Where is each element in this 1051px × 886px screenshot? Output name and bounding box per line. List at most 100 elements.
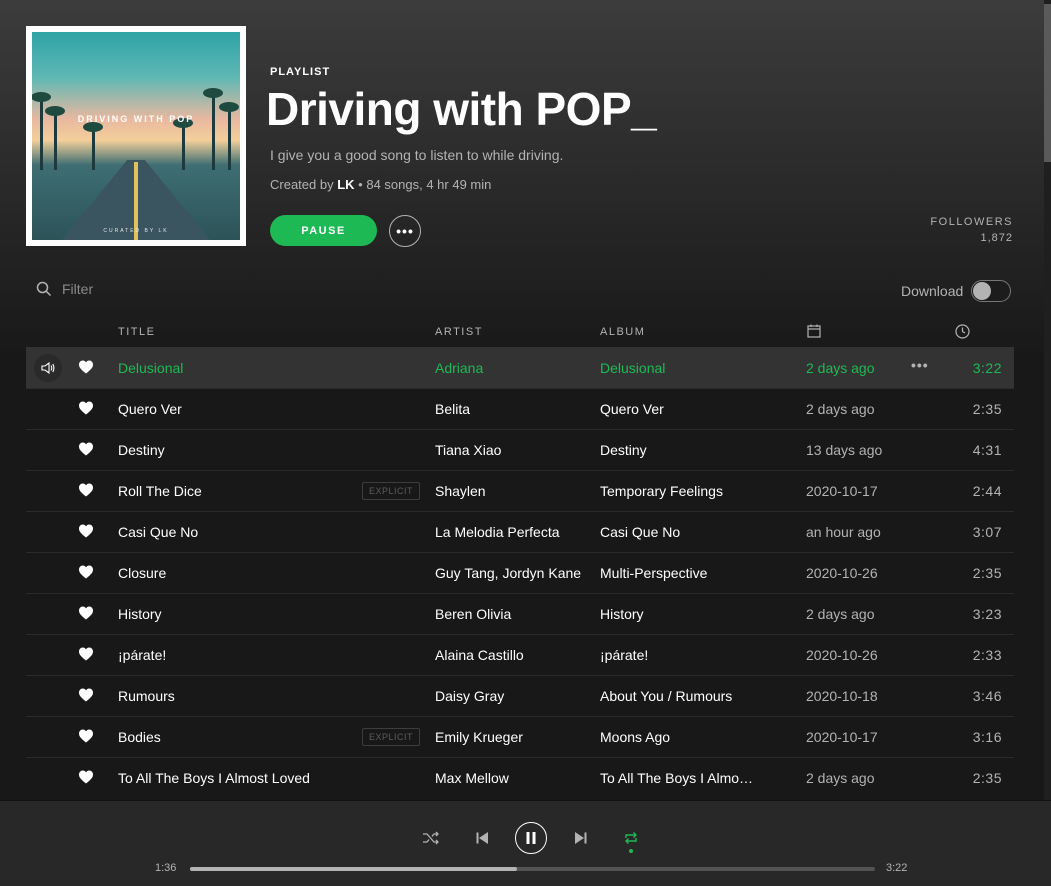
track-album[interactable]: Moons Ago — [600, 729, 760, 745]
tracklist-header: TITLE ARTIST ALBUM — [26, 320, 1014, 346]
pause-button[interactable]: PAUSE — [270, 215, 377, 246]
track-album[interactable]: Casi Que No — [600, 524, 760, 540]
cover-title-text: DRIVING WITH POP — [77, 114, 195, 124]
heart-icon[interactable] — [78, 441, 94, 457]
filter-input[interactable] — [62, 281, 262, 297]
track-row[interactable]: To All The Boys I Almost Loved Max Mellow… — [26, 757, 1014, 798]
track-artist[interactable]: Beren Olivia — [435, 606, 595, 622]
track-row[interactable]: Roll The Dice EXPLICIT Shaylen Temporary Fe… — [26, 470, 1014, 511]
scrollbar[interactable] — [1044, 0, 1051, 800]
heart-icon[interactable] — [78, 646, 94, 662]
filter-box[interactable] — [36, 281, 262, 297]
track-title[interactable]: ¡párate! — [118, 647, 166, 663]
progress-bar[interactable] — [190, 867, 875, 871]
track-artist[interactable]: Alaina Castillo — [435, 647, 595, 663]
heart-icon[interactable] — [78, 482, 94, 498]
track-artist[interactable]: Guy Tang, Jordyn Kane — [435, 565, 595, 581]
track-title[interactable]: Delusional — [118, 360, 183, 376]
heart-icon[interactable] — [78, 523, 94, 539]
shuffle-button[interactable] — [421, 821, 441, 855]
heart-icon[interactable] — [78, 359, 94, 375]
track-album[interactable]: Multi-Perspective — [600, 565, 760, 581]
track-row[interactable]: Closure Guy Tang, Jordyn Kane Multi-Perspe… — [26, 552, 1014, 593]
download-label: Download — [901, 283, 964, 299]
scrollbar-thumb[interactable] — [1044, 4, 1051, 162]
track-album[interactable]: History — [600, 606, 760, 622]
heart-icon[interactable] — [78, 769, 94, 785]
heart-icon[interactable] — [78, 728, 94, 744]
owner-link[interactable]: LK — [337, 177, 354, 192]
track-duration: 3:46 — [972, 688, 1002, 704]
track-title[interactable]: Destiny — [118, 442, 165, 458]
track-title[interactable]: Roll The Dice — [118, 483, 202, 499]
playlist-cover[interactable]: DRIVING WITH POP CURATED BY LK — [26, 26, 246, 246]
track-row[interactable]: Destiny Tiana Xiao Destiny 13 days ago 4:31 — [26, 429, 1014, 470]
track-title[interactable]: Casi Que No — [118, 524, 198, 540]
track-album[interactable]: About You / Rumours — [600, 688, 760, 704]
track-album[interactable]: To All The Boys I Almost Loved — [600, 770, 760, 786]
track-title[interactable]: Quero Ver — [118, 401, 182, 417]
more-options-button[interactable]: ••• — [389, 215, 421, 247]
repeat-active-indicator — [629, 849, 633, 853]
track-artist[interactable]: Adriana — [435, 360, 595, 376]
playlist-meta: Created by LK • 84 songs, 4 hr 49 min — [270, 177, 491, 192]
progress-fill — [190, 867, 517, 871]
heart-icon[interactable] — [78, 605, 94, 621]
track-title[interactable]: Bodies — [118, 729, 161, 745]
row-more-icon[interactable]: ••• — [911, 357, 929, 373]
clock-icon[interactable] — [955, 324, 970, 342]
track-artist[interactable]: Emily Krueger — [435, 729, 595, 745]
cover-subtitle-text: CURATED BY LK — [103, 228, 169, 234]
total-time: 3:22 — [886, 862, 908, 874]
track-artist[interactable]: Max Mellow — [435, 770, 595, 786]
track-album[interactable]: ¡párate! — [600, 647, 760, 663]
cover-image: DRIVING WITH POP CURATED BY LK — [32, 32, 240, 240]
column-album[interactable]: ALBUM — [600, 326, 645, 338]
track-row[interactable]: History Beren Olivia History 2 days ago 3:23 — [26, 593, 1014, 634]
track-date-added: 2020-10-17 — [806, 729, 878, 745]
track-row[interactable]: Delusional Adriana Delusional 2 days ago •••… — [26, 347, 1014, 388]
play-pause-button[interactable] — [515, 822, 547, 854]
playlist-view: DRIVING WITH POP CURATED BY LK PLAYLIST … — [0, 0, 1051, 800]
track-duration: 4:31 — [972, 442, 1002, 458]
track-artist[interactable]: Daisy Gray — [435, 688, 595, 704]
now-playing-speaker-icon[interactable] — [34, 354, 62, 382]
track-artist[interactable]: Tiana Xiao — [435, 442, 595, 458]
track-row[interactable]: ¡párate! Alaina Castillo ¡párate! 2020-10-2… — [26, 634, 1014, 675]
track-album[interactable]: Quero Ver — [600, 401, 760, 417]
calendar-icon[interactable] — [807, 324, 821, 341]
column-artist[interactable]: ARTIST — [435, 326, 483, 338]
previous-button[interactable] — [472, 821, 492, 855]
track-duration: 2:33 — [972, 647, 1002, 663]
heart-icon[interactable] — [78, 687, 94, 703]
track-date-added: 2 days ago — [806, 606, 875, 622]
explicit-badge: EXPLICIT — [362, 728, 421, 746]
playlist-description: I give you a good song to listen to whil… — [270, 147, 564, 163]
column-title[interactable]: TITLE — [118, 326, 155, 338]
track-row[interactable]: Casi Que No La Melodia Perfecta Casi Que N… — [26, 511, 1014, 552]
download-toggle[interactable] — [971, 280, 1012, 302]
track-album[interactable]: Temporary Feelings — [600, 483, 760, 499]
more-icon: ••• — [396, 223, 414, 239]
track-duration: 2:35 — [972, 565, 1002, 581]
player-bar: 1:36 3:22 — [0, 800, 1051, 886]
track-date-added: 2020-10-18 — [806, 688, 878, 704]
track-row[interactable]: Quero Ver Belita Quero Ver 2 days ago 2:35 — [26, 388, 1014, 429]
track-album[interactable]: Delusional — [600, 360, 760, 376]
track-row[interactable]: Bodies EXPLICIT Emily Krueger Moons Ago 2020… — [26, 716, 1014, 757]
track-title[interactable]: History — [118, 606, 162, 622]
heart-icon[interactable] — [78, 400, 94, 416]
toggle-knob — [973, 282, 992, 300]
previous-icon — [476, 832, 488, 844]
track-title[interactable]: Closure — [118, 565, 166, 581]
track-album[interactable]: Destiny — [600, 442, 760, 458]
heart-icon[interactable] — [78, 564, 94, 580]
track-artist[interactable]: Shaylen — [435, 483, 595, 499]
track-row[interactable]: Rumours Daisy Gray About You / Rumours 2020… — [26, 675, 1014, 716]
next-button[interactable] — [571, 821, 591, 855]
track-artist[interactable]: Belita — [435, 401, 595, 417]
track-artist[interactable]: La Melodia Perfecta — [435, 524, 595, 540]
track-title[interactable]: Rumours — [118, 688, 175, 704]
playlist-title: Driving with POP_ — [266, 83, 657, 135]
track-title[interactable]: To All The Boys I Almost Loved — [118, 770, 310, 786]
